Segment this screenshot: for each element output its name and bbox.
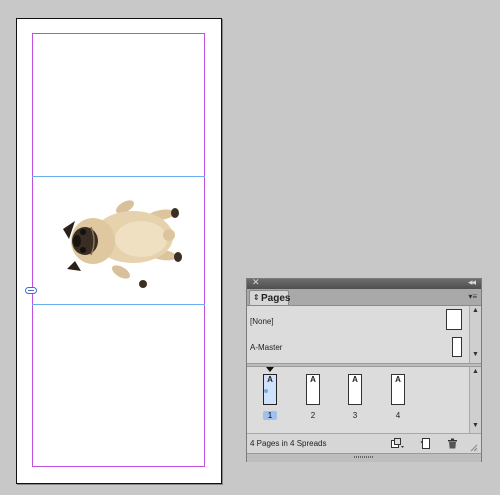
status-text: 4 Pages in 4 Spreads xyxy=(250,439,327,448)
close-icon[interactable]: ✕ xyxy=(252,277,260,288)
panel-bottom-grip[interactable] xyxy=(247,453,481,462)
page-thumbnail-3[interactable]: A xyxy=(348,374,362,405)
panel-menu-icon[interactable]: ▾≡ xyxy=(468,292,477,301)
current-page-marker-icon xyxy=(266,367,274,372)
master-thumbnail[interactable] xyxy=(446,309,462,330)
master-name: A-Master xyxy=(250,343,283,352)
panel-titlebar[interactable]: ✕ ◂◂ xyxy=(247,277,481,289)
scroll-up-icon[interactable]: ▲ xyxy=(470,368,481,375)
page-thumbnail-2[interactable]: A xyxy=(306,374,320,405)
page-master-letter: A xyxy=(267,375,273,384)
pug-photo xyxy=(63,200,182,288)
page-number-4[interactable]: 4 xyxy=(391,411,405,420)
new-page-icon[interactable] xyxy=(419,438,431,449)
page-number-2[interactable]: 2 xyxy=(306,411,320,420)
resize-grip-icon[interactable] xyxy=(470,444,478,452)
panel-footer: 4 Pages in 4 Spreads xyxy=(247,433,481,454)
trash-icon[interactable] xyxy=(446,438,458,449)
masters-scrollbar[interactable]: ▲ ▼ xyxy=(469,306,481,363)
pages-panel: ✕ ◂◂ ⇕ Pages ▾≡ [None] A-Master ▲ ▼ A 1 xyxy=(246,277,482,462)
ruler-guide-bottom[interactable] xyxy=(32,304,205,305)
master-item-a-master[interactable]: A-Master xyxy=(247,334,469,360)
page-thumbnail-1[interactable]: A xyxy=(263,374,277,405)
document-page[interactable] xyxy=(16,18,222,484)
pug-image-frame[interactable] xyxy=(33,177,204,303)
scroll-up-icon[interactable]: ▲ xyxy=(470,307,481,314)
tab-pages-label: Pages xyxy=(261,293,291,304)
link-badge-icon[interactable] xyxy=(25,287,37,294)
page-number-1[interactable]: 1 xyxy=(263,411,277,420)
master-name: [None] xyxy=(250,317,274,326)
page-number-3[interactable]: 3 xyxy=(348,411,362,420)
page-thumbnail-4[interactable]: A xyxy=(391,374,405,405)
pages-scrollbar[interactable]: ▲ ▼ xyxy=(469,367,481,433)
page-master-letter: A xyxy=(395,375,401,384)
master-thumbnail[interactable] xyxy=(452,337,462,357)
page-master-letter: A xyxy=(352,375,358,384)
updown-chevron-icon: ⇕ xyxy=(253,293,260,302)
master-item-none[interactable]: [None] xyxy=(247,307,469,333)
pages-list: A 1 A 2 A 3 A 4 xyxy=(247,367,469,433)
masters-list: [None] A-Master xyxy=(247,306,469,363)
scroll-down-icon[interactable]: ▼ xyxy=(470,422,481,429)
page-master-letter: A xyxy=(310,375,316,384)
tab-pages[interactable]: ⇕ Pages xyxy=(249,290,291,305)
panel-tab-row: ⇕ Pages ▾≡ xyxy=(247,289,481,306)
page-size-icon[interactable] xyxy=(391,438,404,449)
grip-dots-icon xyxy=(354,456,374,458)
page-content-preview xyxy=(264,389,268,393)
double-chevron-left-icon[interactable]: ◂◂ xyxy=(468,277,476,288)
scroll-down-icon[interactable]: ▼ xyxy=(470,351,481,358)
